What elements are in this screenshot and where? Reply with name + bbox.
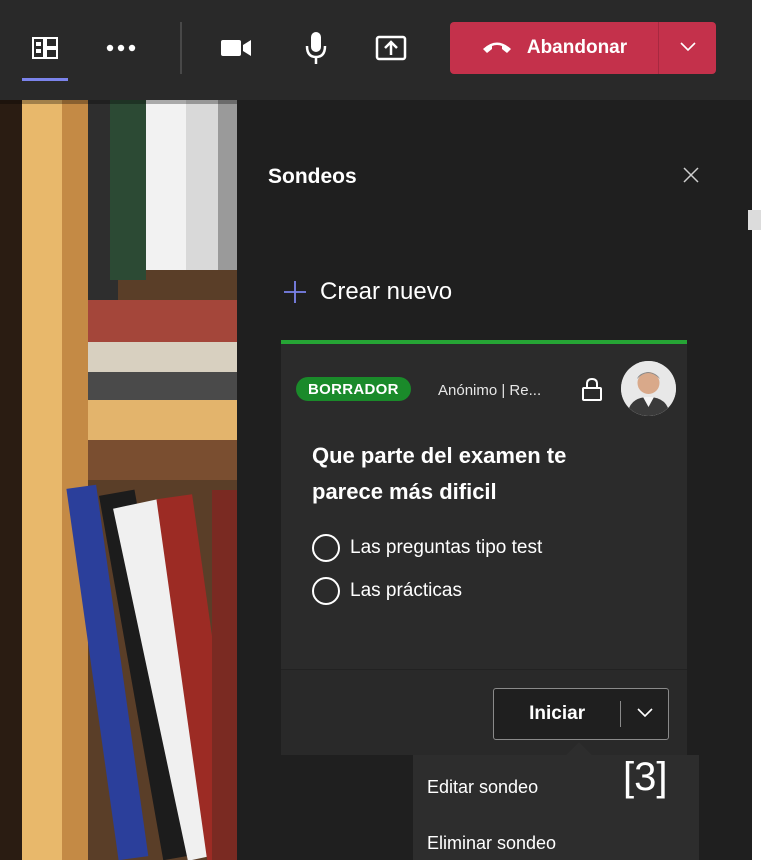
window-edge <box>752 0 761 860</box>
poll-question: Que parte del examen te parece más dific… <box>312 443 567 504</box>
menu-pointer <box>566 742 592 755</box>
menu-item-edit-poll[interactable]: Editar sondeo <box>427 777 538 798</box>
more-options-icon[interactable] <box>104 22 138 74</box>
bookshelf-image <box>0 100 237 860</box>
toolbar-divider <box>180 22 182 74</box>
poll-option-label: Las prácticas <box>350 580 462 601</box>
poll-card: BORRADOR Anónimo | Re... Que parte del e… <box>281 340 687 755</box>
leave-options-button[interactable] <box>659 22 716 74</box>
plus-icon <box>282 279 308 305</box>
camera-icon[interactable] <box>218 22 254 74</box>
share-screen-icon[interactable] <box>372 22 410 74</box>
panel-title: Sondeos <box>268 165 357 188</box>
radio-icon[interactable] <box>312 534 340 562</box>
start-button[interactable]: Iniciar <box>494 689 620 739</box>
radio-icon[interactable] <box>312 577 340 605</box>
leave-button-group: Abandonar <box>450 22 716 74</box>
menu-item-delete-poll[interactable]: Eliminar sondeo <box>427 833 556 854</box>
microphone-icon[interactable] <box>298 22 334 74</box>
close-icon <box>683 166 699 188</box>
lock-icon <box>581 377 603 401</box>
chevron-down-icon <box>637 705 653 723</box>
apps-icon[interactable] <box>28 22 62 74</box>
step-annotation: [3] <box>623 755 668 799</box>
poll-option[interactable]: Las prácticas <box>312 577 462 605</box>
leave-label: Abandonar <box>526 37 628 58</box>
poll-meta: Anónimo | Re... <box>438 382 542 399</box>
scrollbar-thumb[interactable] <box>748 210 761 230</box>
chevron-down-icon <box>679 39 696 57</box>
video-feed <box>0 100 237 860</box>
active-underline <box>22 78 68 81</box>
call-toolbar: Abandonar <box>0 0 752 100</box>
create-new-label: Crear nuevo <box>320 278 453 305</box>
leave-button[interactable]: Abandonar <box>450 22 658 74</box>
start-options-button[interactable] <box>621 689 668 739</box>
create-new-button[interactable]: Crear nuevo <box>282 278 452 306</box>
close-button[interactable] <box>677 163 705 191</box>
poll-option-label: Las preguntas tipo test <box>350 537 543 558</box>
start-button-group: Iniciar <box>493 688 669 740</box>
poll-option[interactable]: Las preguntas tipo test <box>312 534 542 562</box>
status-badge: BORRADOR <box>296 377 411 401</box>
avatar <box>621 361 676 416</box>
phone-hangup-icon <box>481 38 513 59</box>
